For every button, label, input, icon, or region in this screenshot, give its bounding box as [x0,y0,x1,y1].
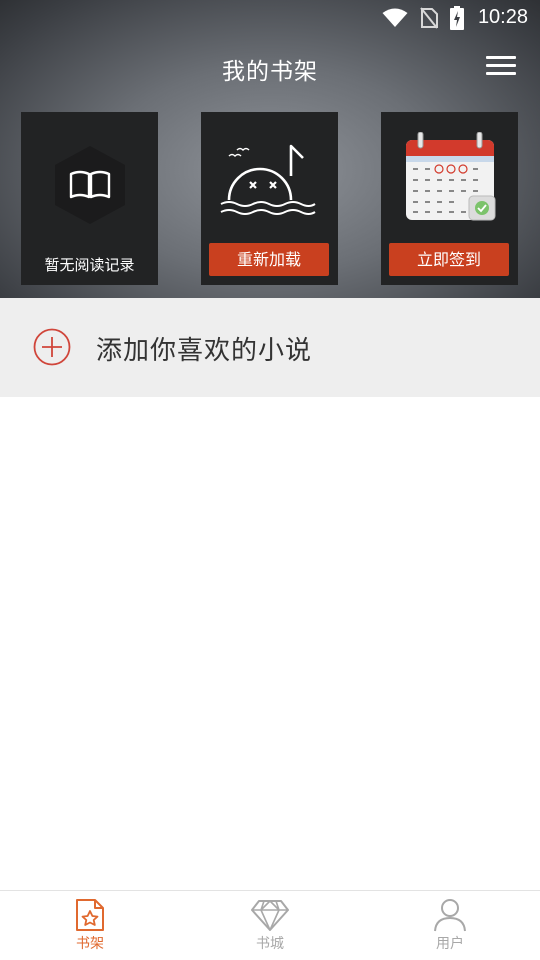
book-icon [55,146,125,224]
plus-circle-icon [33,328,71,366]
user-icon [434,899,466,932]
menu-button[interactable] [486,56,516,80]
wifi-icon [382,8,408,27]
nav-label: 用户 [436,936,464,952]
menu-icon [486,56,516,75]
diamond-icon [251,900,289,931]
status-icons [382,6,464,30]
calendar-icon [406,132,496,221]
nav-user[interactable]: 用户 [360,891,540,960]
status-bar: 10:28 [0,0,540,36]
reload-card: 重新加载 [201,112,338,285]
reload-button[interactable]: 重新加载 [209,243,329,276]
checkin-button[interactable]: 立即签到 [389,243,509,276]
bottom-nav: 书架 书城 用户 [0,890,540,960]
add-novel-row[interactable]: 添加你喜欢的小说 [0,298,540,397]
nav-label: 书架 [76,936,104,952]
nav-bookshelf[interactable]: 书架 [0,891,180,960]
card-label: 暂无阅读记录 [44,256,135,274]
add-novel-label: 添加你喜欢的小说 [96,336,313,366]
reading-history-card[interactable]: 暂无阅读记录 [21,112,158,285]
nav-label: 书城 [256,936,284,952]
sinking-face-icon [220,144,316,215]
header-area: 10:28 我的书架 暂无阅读记录 重新加载 立即签到 [0,0,540,298]
page-title: 我的书架 [222,59,318,85]
nav-bookstore[interactable]: 书城 [180,891,360,960]
no-sim-icon [420,7,438,29]
checkin-card: 立即签到 [381,112,518,285]
status-time: 10:28 [477,6,528,28]
bookshelf-icon [76,899,104,931]
battery-charging-icon [450,6,464,30]
